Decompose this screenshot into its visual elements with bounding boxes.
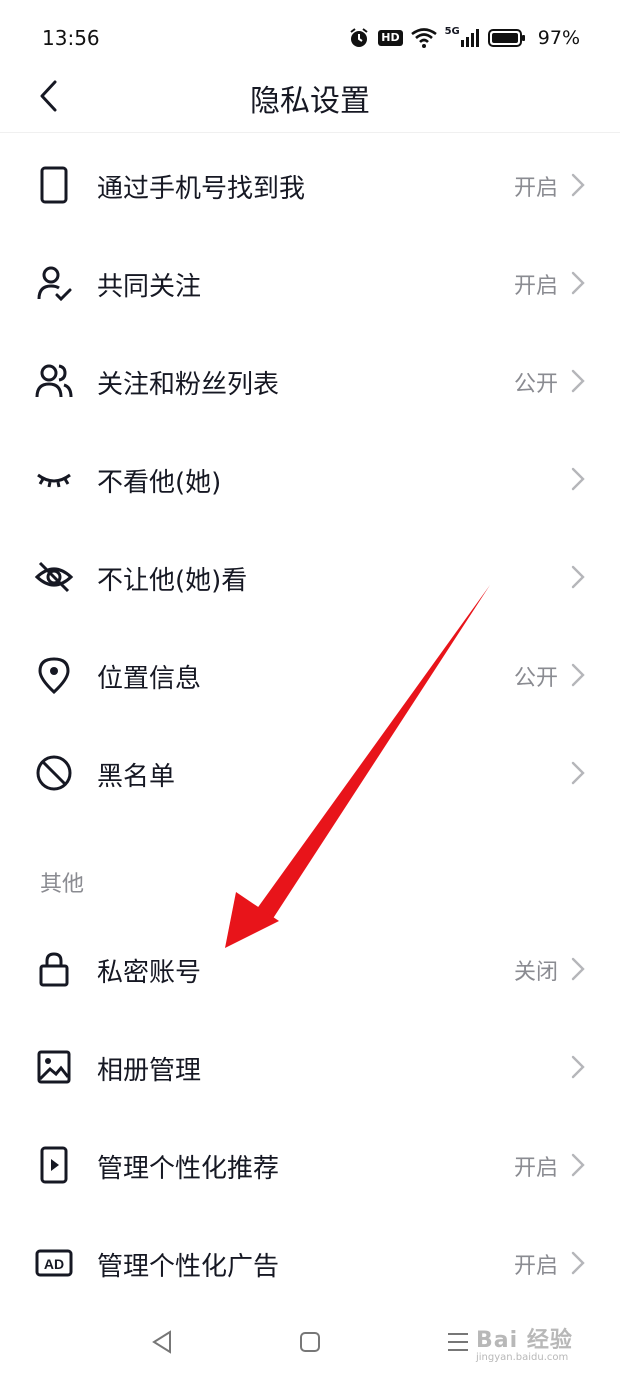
setting-label: 相册管理 [97, 1056, 202, 1086]
setting-row-personalized-ads[interactable]: AD 管理个性化广告 开启 [0, 1214, 620, 1312]
image-icon [37, 1050, 71, 1084]
chevron-right-icon [571, 565, 585, 589]
chevron-right-icon [571, 761, 585, 785]
battery-percent: 97% [537, 27, 580, 49]
status-icons: HD 5G 97% [348, 24, 580, 52]
chevron-right-icon [571, 957, 585, 981]
hd-badge: HD [378, 30, 403, 46]
setting-row-hide-their-content[interactable]: 不看他(她) [0, 430, 620, 528]
setting-label: 私密账号 [97, 958, 202, 988]
setting-value: 开启 [513, 1156, 558, 1181]
lock-icon [39, 952, 69, 987]
setting-label: 不让他(她)看 [97, 566, 248, 596]
status-time: 13:56 [42, 26, 100, 50]
nav-menu-icon[interactable] [436, 1320, 480, 1364]
setting-value: 开启 [513, 274, 558, 299]
wifi-icon [410, 28, 437, 48]
setting-value: 公开 [513, 372, 558, 397]
chevron-right-icon [571, 1153, 585, 1177]
location-pin-icon [38, 657, 70, 695]
block-icon [36, 755, 72, 791]
setting-label: 管理个性化推荐 [97, 1154, 280, 1184]
setting-label: 关注和粉丝列表 [97, 370, 280, 400]
watermark-brand: Bai 经验 [476, 1328, 573, 1353]
mutual-follow-icon [37, 266, 72, 302]
network-type: 5G [444, 25, 460, 37]
ad-icon: AD [35, 1249, 73, 1277]
setting-row-location[interactable]: 位置信息 公开 [0, 626, 620, 724]
nav-back-icon[interactable] [140, 1320, 184, 1364]
svg-text:AD: AD [44, 1256, 64, 1272]
setting-row-find-by-phone[interactable]: 通过手机号找到我 开启 [0, 136, 620, 234]
chevron-right-icon [571, 369, 585, 393]
chevron-right-icon [571, 271, 585, 295]
setting-value: 开启 [513, 1254, 558, 1279]
setting-label: 共同关注 [97, 272, 202, 302]
setting-row-follow-fans-list[interactable]: 关注和粉丝列表 公开 [0, 332, 620, 430]
alarm-icon [350, 28, 368, 47]
setting-label: 不看他(她) [97, 468, 222, 498]
phone-icon [40, 166, 68, 204]
watermark-url: jingyan.baidu.com [476, 1352, 569, 1363]
setting-row-mutual-follow[interactable]: 共同关注 开启 [0, 234, 620, 332]
setting-row-hide-from-them[interactable]: 不让他(她)看 [0, 528, 620, 626]
nav-header: 隐私设置 [0, 60, 620, 133]
chevron-right-icon [571, 467, 585, 491]
baidu-watermark: Bai 经验 jingyan.baidu.com [476, 1322, 573, 1363]
closed-eye-icon [37, 473, 71, 488]
page-title: 隐私设置 [250, 84, 370, 119]
setting-label: 管理个性化广告 [97, 1252, 280, 1282]
chevron-right-icon [571, 173, 585, 197]
users-icon [35, 364, 73, 398]
signal-icon [460, 29, 479, 47]
setting-label: 位置信息 [97, 664, 202, 694]
setting-row-personalized-recommendation[interactable]: 管理个性化推荐 开启 [0, 1116, 620, 1214]
setting-row-album-management[interactable]: 相册管理 [0, 1018, 620, 1116]
setting-label: 通过手机号找到我 [97, 174, 306, 204]
eye-off-icon [34, 561, 74, 593]
chevron-right-icon [571, 1055, 585, 1079]
section-header-other: 其他 [40, 872, 85, 897]
chevron-right-icon [571, 663, 585, 687]
chevron-right-icon [571, 1251, 585, 1275]
setting-value: 开启 [513, 176, 558, 201]
setting-label: 黑名单 [97, 762, 176, 792]
battery-icon [487, 29, 525, 47]
setting-row-private-account[interactable]: 私密账号 关闭 [0, 920, 620, 1018]
setting-row-blacklist[interactable]: 黑名单 [0, 724, 620, 822]
setting-value: 公开 [513, 666, 558, 691]
setting-value: 关闭 [513, 960, 558, 985]
nav-home-icon[interactable] [288, 1320, 332, 1364]
video-phone-icon [40, 1146, 68, 1184]
